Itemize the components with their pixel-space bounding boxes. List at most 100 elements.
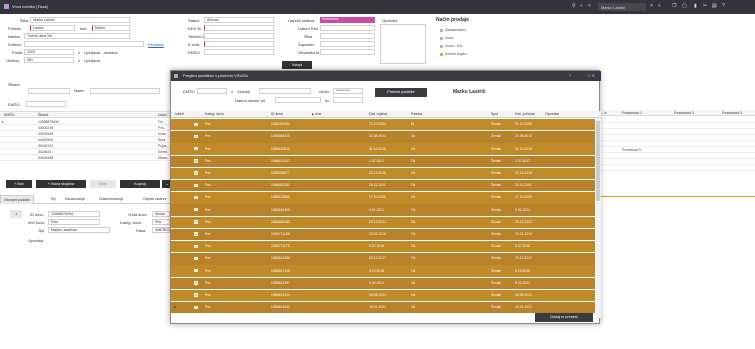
rasa-field[interactable]: AMERICAN — [152, 227, 170, 233]
select-checkbox[interactable] — [194, 268, 198, 273]
obcina-search-icon[interactable]: ⌕ — [78, 58, 80, 63]
ime-suvo-field[interactable]: Fido — [48, 219, 100, 225]
obcina-field[interactable]: 061 — [24, 57, 74, 63]
geslo-field[interactable]: ********** — [333, 88, 363, 94]
table-row[interactable]: Pes 1084688415 21.08.2013 Ok Ženski 21.08.201… — [171, 131, 601, 143]
first-icon[interactable]: « — [580, 3, 583, 9]
select-checkbox[interactable] — [194, 146, 198, 151]
zaposlitve-field[interactable] — [320, 41, 375, 47]
table-row[interactable]: Pes 1084512207 1.07.2017 Ok Ženski 1.07.2017 — [171, 155, 601, 167]
new-group-button[interactable]: + Nova skupina — [36, 180, 86, 188]
tab-rp[interactable]: Rp — [48, 195, 59, 204]
save-icon[interactable]: ▢ — [682, 3, 687, 9]
sifrant-field[interactable] — [28, 88, 70, 94]
toggle-button[interactable]: ◂ — [10, 210, 22, 218]
priimek-field[interactable]: Lastrič — [30, 25, 75, 31]
table-row[interactable]: Pes 1084000094 21.10.2004 Ej Ženski 21.10.200… — [171, 119, 601, 131]
select-checkbox[interactable] — [194, 281, 198, 285]
datum-field[interactable] — [320, 25, 375, 31]
emso-field[interactable] — [204, 49, 274, 55]
select-checkbox[interactable] — [194, 293, 198, 297]
id-field[interactable]: 12598875434 — [48, 211, 100, 217]
tab-osnovni[interactable]: Osnovni podatki — [0, 195, 34, 204]
sifra2-field[interactable] — [320, 33, 375, 39]
delete-button[interactable]: Briši — [90, 180, 116, 188]
nacin-option[interactable]: Končni kupec — [440, 52, 467, 56]
table-row[interactable]: Pes 1085461414 30.08.2021 Ok Ženski 30.08.202… — [171, 289, 601, 302]
posta-field[interactable]: 1000 — [24, 49, 74, 55]
tab-odprte[interactable]: Odprte zadeve — [140, 195, 170, 204]
select-checkbox[interactable] — [194, 134, 198, 139]
select-checkbox[interactable] — [194, 207, 198, 212]
tab-dokumentacija[interactable]: Dokumentacija — [96, 195, 126, 204]
table-row[interactable]: Pes 1094771186 22.01.2016 Ok Ženski 22.01.201… — [171, 228, 601, 241]
telefon-field[interactable] — [204, 33, 274, 39]
table-row[interactable]: 54433458 Marco — [0, 155, 172, 161]
drzava-field[interactable] — [24, 41, 144, 47]
help-icon[interactable]: ? — [722, 3, 725, 9]
dlg-search-icon[interactable]: ⌕ — [231, 89, 233, 94]
record-selector[interactable]: Marko Lastrić — [598, 3, 646, 11]
table-row[interactable]: Pes 1084842256 20.12.2017 Ok Ženski 20.12.201… — [171, 253, 601, 265]
zadnja-field[interactable]: Dokument — [320, 17, 375, 23]
sifra-field[interactable]: Marko Lastrić — [30, 17, 130, 23]
obvestila-field[interactable] — [320, 49, 375, 55]
status-select[interactable]: Aktivan — [204, 17, 274, 23]
copy-button[interactable]: Kopiraj — [120, 180, 160, 188]
select-checkbox[interactable] — [194, 220, 198, 224]
select-checkbox[interactable] — [194, 232, 198, 236]
datum-do-field[interactable] — [333, 97, 363, 103]
table-row[interactable]: Pes 1084553351 20.11.2001 Ok Ženski 20.11.200… — [171, 180, 601, 192]
print-icon[interactable]: ▤ — [712, 3, 717, 9]
delete-icon[interactable]: ▮ — [694, 3, 697, 9]
table-row[interactable]: Pes 1084646309 0.01.2021 Ok Ženski 0.01.2021 — [171, 204, 601, 216]
emso2-field[interactable] — [26, 101, 66, 107]
datum-od-field[interactable] — [275, 97, 321, 103]
select-checkbox[interactable] — [194, 256, 198, 261]
table-row[interactable]: Pes 1084771178 9.07.2016 Ok Ženski 9.07.2016 — [171, 241, 601, 253]
select-checkbox[interactable] — [194, 183, 198, 188]
table-row[interactable]: Pes 1084646189 20.12.2021 Ok Ženski 20.12.202… — [171, 216, 601, 228]
ddv-field[interactable] — [204, 25, 274, 31]
table-row[interactable] — [600, 165, 755, 171]
table-row[interactable]: Pes 1084610510 31.10.2016 Ok Ženski 31.10.201… — [171, 143, 601, 155]
kateg-field[interactable]: Pes — [152, 219, 170, 225]
help-icon[interactable]: ? — [569, 71, 571, 81]
opombe-field[interactable] — [380, 24, 426, 64]
naziv-field[interactable] — [90, 88, 160, 94]
select-checkbox[interactable] — [194, 305, 198, 310]
next-icon[interactable]: > — [650, 3, 653, 9]
email-field[interactable] — [204, 41, 274, 47]
nacin-option[interactable]: Zavarovanec — [440, 28, 466, 32]
select-checkbox[interactable] — [194, 171, 198, 175]
table-row[interactable]: Pes 1085461397 9.02.2021 Ok Ženski 9.02.2021 — [171, 277, 601, 289]
filter-icon[interactable]: ⚲ — [572, 3, 576, 9]
select-checkbox[interactable] — [194, 195, 198, 200]
close-icon[interactable]: □ ✕ — [588, 71, 595, 81]
vstopi-button[interactable]: Vstopi — [282, 61, 312, 69]
posta-search-icon[interactable]: ⌕ — [78, 50, 80, 55]
tip-field[interactable]: Mačka, kastriran — [48, 227, 110, 233]
cut-icon[interactable]: ✂ — [703, 3, 707, 9]
new-button[interactable]: + Nov — [6, 180, 32, 188]
dodaj-button[interactable]: Dodaj in prenesi — [535, 313, 593, 322]
prenesi-button[interactable]: Prenesi podatke — [375, 88, 427, 97]
copy-icon[interactable]: ❐ — [672, 3, 676, 9]
scroll-thumb[interactable] — [596, 121, 600, 201]
table-row[interactable]: Pes 1485112866 17.10.2020 Ok Ženski 17.10.202… — [171, 192, 601, 204]
ime-field[interactable]: Marko — [92, 25, 130, 31]
table-row[interactable]: Pes 1084537416 6.12.2018 Ok Ženski 6.12.2018 — [171, 265, 601, 277]
table-row[interactable]: Pes 1085155577 22.12.2016 Ok Ženski 22.12.201… — [171, 167, 601, 180]
select-checkbox[interactable] — [194, 122, 198, 127]
naslov-field[interactable]: Trstnik ulica 1/b — [24, 33, 130, 39]
dialog-scrollbar[interactable] — [595, 118, 601, 318]
dlg-emso-field[interactable] — [197, 88, 227, 94]
nacin-option[interactable]: Izvoz — [440, 36, 453, 40]
select-checkbox[interactable] — [194, 244, 198, 249]
nacin-option[interactable]: Izvoz – EU — [440, 44, 462, 48]
drzava-link[interactable]: Hrvatska — [148, 42, 164, 47]
vpisni-field[interactable] — [259, 88, 311, 94]
select-checkbox[interactable] — [194, 159, 198, 163]
vrsta-field[interactable]: Mesto — [152, 211, 170, 217]
tab-zavarovanje[interactable]: Zavarovanje — [62, 195, 88, 204]
